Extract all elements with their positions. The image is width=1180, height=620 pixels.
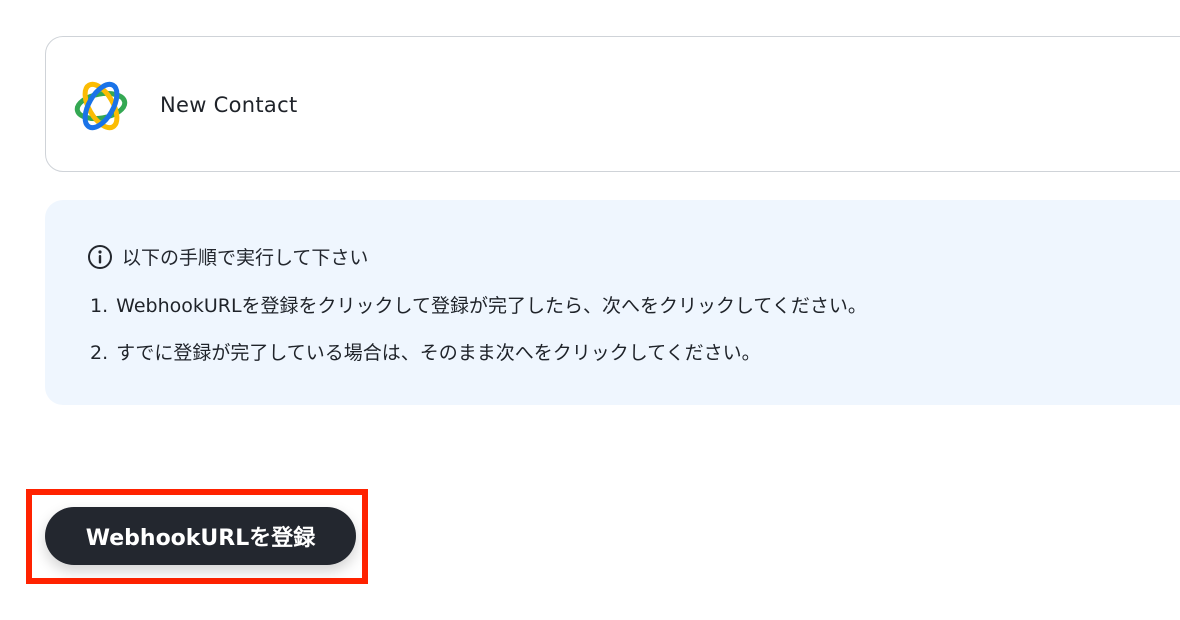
instruction-step-2: 2. すでに登録が完了している場合は、そのまま次へをクリックしてください。	[90, 338, 761, 365]
instruction-step-1: 1. WebhookURLを登録をクリックして登録が完了したら、次へをクリックして…	[90, 291, 867, 318]
instructions-heading: 以下の手順で実行して下さい	[122, 247, 369, 269]
register-webhook-url-button[interactable]: WebhookURLを登録	[45, 507, 356, 565]
step-text: すでに登録が完了している場合は、そのまま次へをクリックしてください。	[116, 342, 761, 364]
step-text: WebhookURLを登録をクリックして登録が完了したら、次へをクリックしてくだ…	[116, 295, 867, 317]
step-number: 1.	[90, 295, 109, 317]
trigger-title: New Contact	[160, 93, 298, 117]
webhook-setup-page: New Contact 以下の手順で実行して下さい 1. WebhookURLを登…	[0, 0, 1180, 620]
info-icon	[88, 245, 112, 269]
app-logo-icon	[74, 81, 128, 131]
step-number: 2.	[90, 342, 109, 364]
